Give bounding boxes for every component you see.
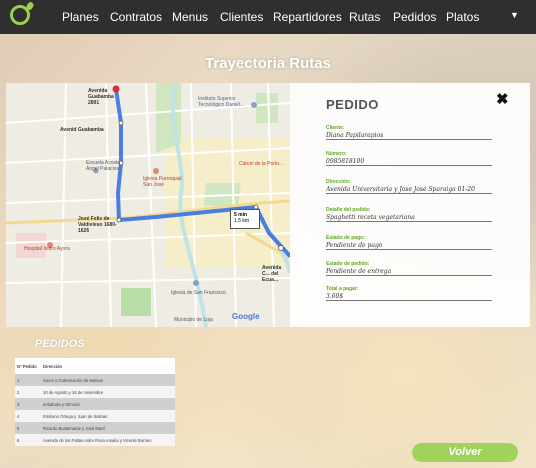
route-map[interactable]: Avenida Guabamba 2891 Avenid Guabamba In… [6,83,290,327]
cell-numero: 2 [15,386,41,398]
cell-direccion: Avenida de los Paltas entre Rosa Amalia … [41,434,175,446]
field-value: Spaghetti receta vegetariana [326,214,415,221]
field-value: 0985818100 [326,158,365,165]
map-label-jose-felix: José Felix de Valdivieso 1680-1626 [78,216,117,234]
nav-rutas[interactable]: Rutas [349,10,380,24]
map-label-iglesia-san-francisco: Iglesia de San Francisco [171,290,226,296]
nav-clientes[interactable]: Clientes [220,10,263,24]
map-label-guabamba: Avenid Guabamba [60,127,104,133]
field-value: Diana Papilarapios [326,132,384,139]
route-time-chip: 5 min 1.5 km [230,209,260,229]
cell-direccion: Sucre y Gobernación de Mainas [41,374,175,386]
cell-direccion: Imbabura y Olmedo [41,398,175,410]
field-value: 3.60$ [326,293,344,300]
cell-numero: 3 [15,398,41,410]
map-label-start: Avenida Guabamba 2891 [88,88,114,106]
cell-direccion: Ricardo Bustamante y José Martí [41,422,175,434]
nav-pedidos[interactable]: Pedidos [393,10,436,24]
nav-repartidores[interactable]: Repartidores [273,10,342,24]
map-label-instituto: Instituto Superior Tecnológico Daniel... [198,96,245,108]
pedido-detail-panel: PEDIDO ✖ Cliente: Diana Papilarapios Núm… [290,83,530,327]
field-value: Pendiente de pago [326,242,383,249]
close-icon[interactable]: ✖ [496,90,509,108]
field-label: Total a pagar: [326,286,359,292]
cell-direccion: 10 de Agosto y 18 de noviembre [41,386,175,398]
cell-direccion: Emiliano Ortega y Juan de Salinas [41,410,175,422]
table-row[interactable]: 4 Emiliano Ortega y Juan de Salinas [15,410,175,422]
field-label: Cliente: [326,125,345,131]
field-label: Detalle del pedido: [326,207,371,213]
top-navbar: Planes Contratos Menus Clientes Repartid… [0,0,536,34]
field-numero: Número: 0985818100 [326,151,492,166]
map-canvas [6,83,290,327]
field-label: Estado de pago: [326,235,365,241]
route-distance: 1.5 km [234,218,250,224]
field-value: Pendiente de entrega [326,268,392,275]
field-estado-pedido: Estado de pedido: Pendiente de entrega [326,261,492,276]
field-detalle: Detalle del pedido: Spaghetti receta veg… [326,207,492,222]
field-direccion: Dirección: Avenida Universitaria y Jose … [326,179,492,194]
map-label-escuela: Escuela Acosta Ángel Palacios [86,160,121,172]
table-row[interactable]: 2 10 de Agosto y 18 de noviembre [15,386,175,398]
field-label: Estado de pedido: [326,261,370,267]
cell-numero: 5 [15,422,41,434]
column-header-numero: Nº Pedido [15,358,41,374]
nav-menus[interactable]: Menus [172,10,208,24]
map-label-avenida-end: Avenida C... del Ecua... [262,265,282,283]
google-logo: Google [232,312,260,321]
map-label-carcel: Cárcel de la Porto... [239,161,284,167]
page-title: Trayectoria Rutas [205,55,331,72]
field-label: Número: [326,151,347,157]
field-value: Avenida Universitaria y Jose José Sparai… [326,186,475,193]
cell-numero: 1 [15,374,41,386]
pedidos-title: PEDIDOS [35,338,85,350]
field-label: Dirección: [326,179,351,185]
dropdown-caret-icon[interactable]: ▼ [510,10,519,20]
map-label-iglesia-parroquial: Iglesia Parroquial San José [143,176,182,188]
map-label-municipio: Municipio de Loja [174,317,213,323]
field-cliente: Cliente: Diana Papilarapios [326,125,492,140]
table-row[interactable]: 5 Ricardo Bustamante y José Martí [15,422,175,434]
map-label-hospital: Hospital Isidro Ayora [24,246,70,252]
table-row[interactable]: 1 Sucre y Gobernación de Mainas [15,374,175,386]
column-header-direccion: Dirección [41,358,175,374]
cell-numero: 4 [15,410,41,422]
app-logo-icon[interactable] [10,5,30,25]
pedido-title: PEDIDO [326,97,379,112]
nav-contratos[interactable]: Contratos [110,10,162,24]
nav-platos[interactable]: Platos [446,10,479,24]
pedidos-table: Nº Pedido Dirección 1 Sucre y Gobernació… [15,358,175,446]
nav-planes[interactable]: Planes [62,10,99,24]
field-estado-pago: Estado de pago: Pendiente de pago [326,235,492,250]
table-row[interactable]: 6 Avenida de los Paltas entre Rosa Amali… [15,434,175,446]
volver-button[interactable]: Volver [412,443,518,462]
cell-numero: 6 [15,434,41,446]
field-total: Total a pagar: 3.60$ [326,286,492,301]
pedidos-list-panel: PEDIDOS Nº Pedido Dirección 1 Sucre y Go… [11,332,175,462]
table-row[interactable]: 3 Imbabura y Olmedo [15,398,175,410]
